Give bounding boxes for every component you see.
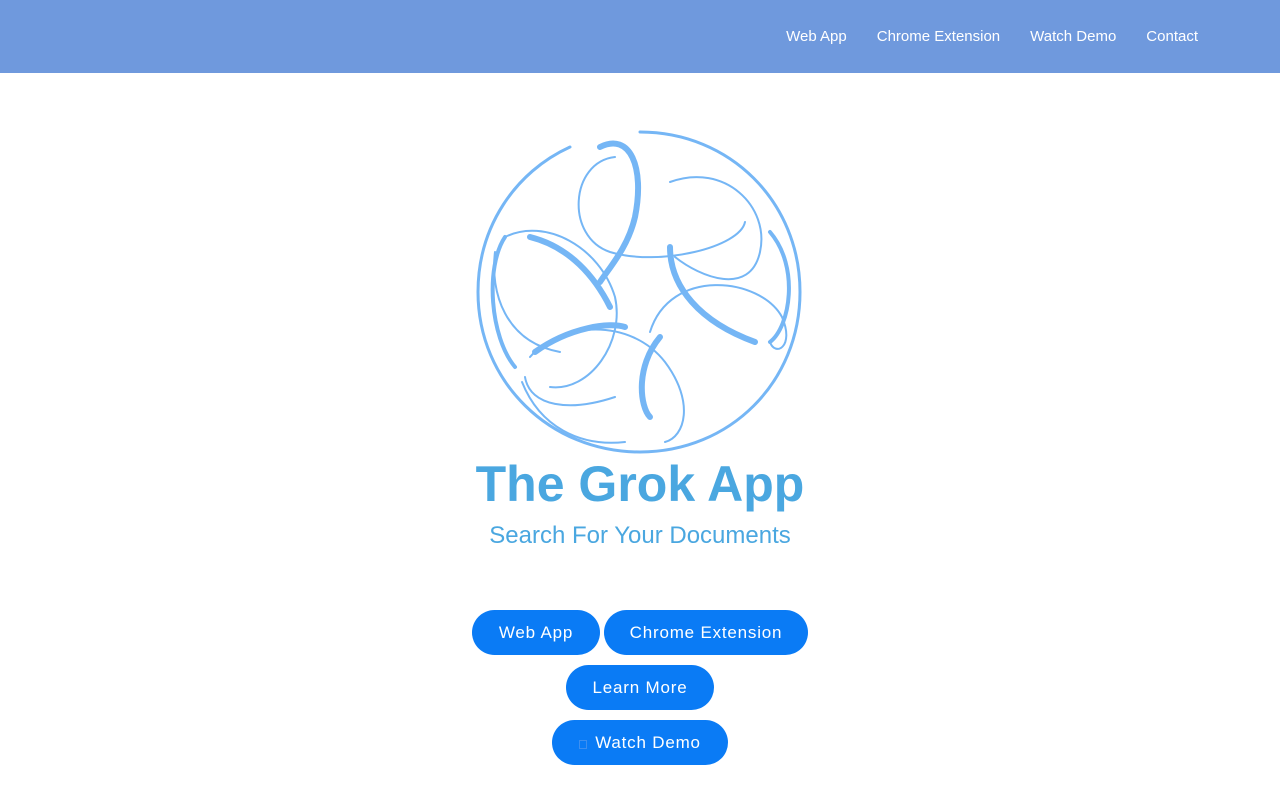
web-app-button[interactable]: Web App [472,610,600,655]
swirl-logo-icon [476,130,802,454]
nav-link-contact[interactable]: Contact [1146,28,1198,45]
chrome-extension-button-label: Chrome Extension [629,622,783,642]
play-icon [579,740,588,749]
top-navbar: Web App Chrome Extension Watch Demo Cont… [0,0,1280,73]
page-title: The Grok App [475,456,805,512]
hero-section: The Grok App Search For Your Documents W… [0,73,1280,800]
nav-links: Web App Chrome Extension Watch Demo Cont… [756,0,1198,73]
chrome-extension-button[interactable]: Chrome Extension [604,610,808,655]
learn-more-button[interactable]: Learn More [566,665,714,710]
nav-link-chrome-extension[interactable]: Chrome Extension [877,28,1000,45]
page-subtitle: Search For Your Documents [489,522,791,549]
learn-more-button-label: Learn More [592,677,688,697]
nav-link-web-app[interactable]: Web App [786,28,847,45]
watch-demo-button-label: Watch Demo [595,732,701,752]
watch-demo-button[interactable]: Watch Demo [552,720,728,765]
nav-link-watch-demo[interactable]: Watch Demo [1030,28,1116,45]
web-app-button-label: Web App [498,622,574,642]
